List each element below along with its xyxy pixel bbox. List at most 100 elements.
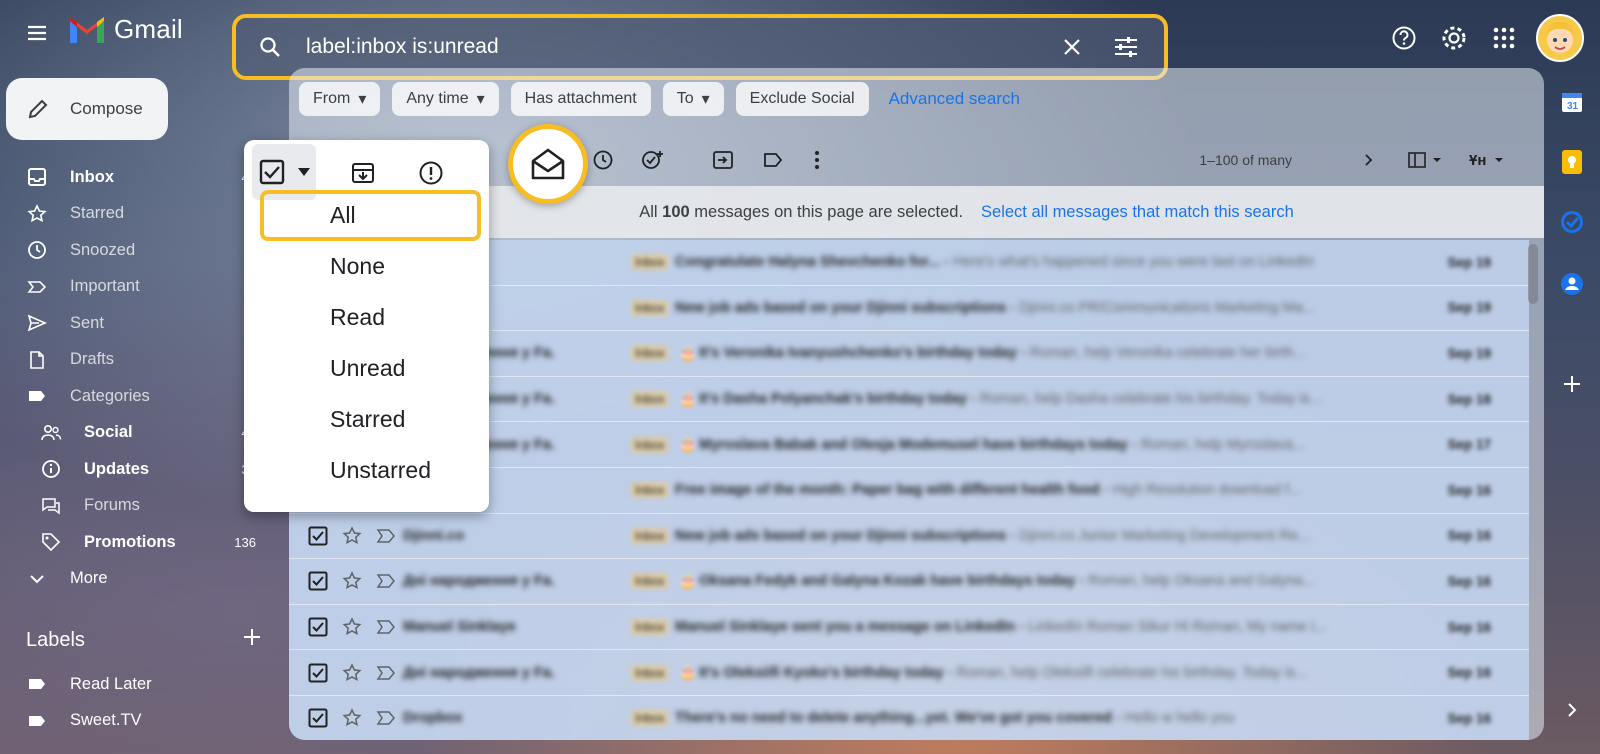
apps-grid-icon[interactable]: [1486, 20, 1522, 56]
prev-page-icon[interactable]: [1306, 144, 1338, 176]
inbox-tag: Inbox: [631, 482, 669, 499]
main-menu-button[interactable]: [20, 16, 54, 50]
select-option-read[interactable]: Read: [254, 292, 489, 343]
account-avatar[interactable]: [1536, 14, 1584, 62]
sidebar-item-forums[interactable]: Forums: [0, 488, 262, 525]
star-toggle-icon[interactable]: [341, 662, 363, 684]
help-icon[interactable]: [1386, 20, 1422, 56]
archive-icon[interactable]: [346, 156, 380, 190]
email-subject: New job ads based on your Djinni subscri…: [675, 527, 1007, 544]
add-label-icon[interactable]: [242, 627, 262, 653]
caret-down-icon: ▾: [476, 91, 485, 108]
gmail-logo[interactable]: Gmail: [68, 14, 183, 45]
star-toggle-icon[interactable]: [341, 707, 363, 729]
sidebar-item-updates[interactable]: Updates 33: [0, 451, 262, 488]
email-snippet: Roman, help Veronika celebrate her birth…: [1029, 345, 1306, 362]
email-snippet: Here's what's happened since you were la…: [952, 254, 1314, 271]
label-item-sweet-tv[interactable]: Sweet.TV: [0, 703, 262, 740]
checked-checkbox-icon: [308, 571, 328, 591]
select-option-unread[interactable]: Unread: [254, 343, 489, 394]
email-date: Sep 16: [1447, 573, 1491, 589]
side-panel: 31: [1544, 68, 1600, 754]
important-icon: [26, 276, 48, 298]
important-marker-icon[interactable]: [375, 525, 397, 547]
label-as-icon[interactable]: [757, 144, 789, 176]
get-addons-plus-icon[interactable]: [1556, 368, 1588, 400]
mark-as-read-button[interactable]: [508, 124, 588, 204]
email-subject: Congratulate Halyna Shevchenko for...: [675, 254, 941, 271]
inbox-tag: Inbox: [631, 345, 669, 362]
snooze-clock-icon[interactable]: [587, 144, 619, 176]
sidebar-item-social[interactable]: Social 49: [0, 415, 262, 452]
report-spam-icon[interactable]: [414, 156, 448, 190]
email-date: Sep 17: [1447, 437, 1491, 453]
email-sender: Djinni.co: [403, 527, 465, 544]
chip-has-attachment[interactable]: Has attachment: [510, 82, 651, 116]
clear-search-icon[interactable]: [1056, 31, 1088, 63]
chip-exclude-social[interactable]: Exclude Social: [735, 82, 869, 116]
row-checkbox[interactable]: [307, 570, 329, 592]
email-sender: Дні народження у Fa.: [403, 573, 555, 590]
star-toggle-icon[interactable]: [341, 570, 363, 592]
sidebar-item-drafts[interactable]: Drafts: [0, 342, 262, 379]
tasks-icon[interactable]: [1556, 206, 1588, 238]
split-pane-toggle-icon[interactable]: [1404, 144, 1448, 176]
sidebar-item-important[interactable]: Important: [0, 269, 262, 306]
sidebar-item-label: Sent: [70, 313, 104, 332]
sidebar-item-categories[interactable]: Categories: [0, 378, 262, 415]
email-subject-line: Congratulate Halyna Shevchenko for... - …: [675, 254, 1314, 271]
next-page-icon[interactable]: [1352, 144, 1384, 176]
email-row[interactable]: Djinni.co Inbox New job ads based on you…: [289, 513, 1529, 560]
keep-notes-icon[interactable]: [1556, 146, 1588, 178]
input-tools-icon[interactable]: Ұн: [1464, 144, 1508, 176]
sidebar-item-snoozed[interactable]: Snoozed: [0, 232, 262, 269]
row-checkbox[interactable]: [307, 707, 329, 729]
sidebar-item-more[interactable]: More: [0, 561, 262, 598]
select-option-all[interactable]: All: [260, 190, 481, 241]
settings-gear-icon[interactable]: [1436, 20, 1472, 56]
add-task-icon[interactable]: [637, 144, 669, 176]
chip-to[interactable]: To ▾: [662, 82, 724, 116]
sidebar-item-sent[interactable]: Sent: [0, 305, 262, 342]
list-scrollbar[interactable]: [1528, 244, 1538, 304]
sidebar-item-label: Drafts: [70, 350, 115, 369]
sidebar-item-label: More: [70, 569, 108, 588]
search-options-icon[interactable]: [1110, 31, 1142, 63]
compose-button[interactable]: Compose: [6, 78, 168, 140]
select-option-none[interactable]: None: [254, 241, 489, 292]
email-row[interactable]: Manuel Sinklaye Inbox Manuel Sinklaye se…: [289, 604, 1529, 651]
important-marker-icon[interactable]: [375, 570, 397, 592]
select-all-matching-link[interactable]: Select all messages that match this sear…: [981, 203, 1294, 222]
sidebar-item-starred[interactable]: Starred: [0, 196, 262, 233]
email-row[interactable]: Дні народження у Fa. Inbox Oksana Fedyk …: [289, 559, 1529, 605]
expand-side-panel-icon[interactable]: [1556, 694, 1588, 726]
star-toggle-icon[interactable]: [341, 525, 363, 547]
more-options-icon[interactable]: [801, 144, 833, 176]
select-option-starred[interactable]: Starred: [254, 394, 489, 445]
label-item-read-later[interactable]: Read Later: [0, 666, 262, 703]
row-checkbox[interactable]: [307, 525, 329, 547]
move-to-icon[interactable]: [707, 144, 739, 176]
row-checkbox[interactable]: [307, 662, 329, 684]
star-toggle-icon[interactable]: [341, 616, 363, 638]
important-marker-icon[interactable]: [375, 707, 397, 729]
advanced-search-link[interactable]: Advanced search: [881, 82, 1020, 116]
calendar-icon[interactable]: 31: [1556, 86, 1588, 118]
email-row[interactable]: Dropbox Inbox There's no need to delete …: [289, 695, 1529, 740]
email-row[interactable]: Дні народження у Fa. Inbox It's Oleksiif…: [289, 650, 1529, 696]
sidebar-item-inbox[interactable]: Inbox 43: [0, 159, 262, 196]
contacts-icon[interactable]: [1556, 268, 1588, 300]
email-snippet: Roman, help Dasha celebrate his birthday…: [979, 391, 1322, 408]
email-snippet: LinkedIn Roman Sikur Hi Roman, My name i…: [1027, 619, 1327, 636]
sidebar-item-promotions[interactable]: Promotions 136: [0, 524, 262, 561]
select-option-unstarred[interactable]: Unstarred: [254, 445, 489, 496]
chip-label: From: [313, 90, 351, 107]
important-marker-icon[interactable]: [375, 662, 397, 684]
chip-from[interactable]: From ▾: [299, 82, 381, 116]
row-checkbox[interactable]: [307, 616, 329, 638]
checked-checkbox-icon: [308, 663, 328, 683]
search-icon[interactable]: [254, 31, 286, 63]
chip-any-time[interactable]: Any time ▾: [392, 82, 499, 116]
important-marker-icon[interactable]: [375, 616, 397, 638]
search-input[interactable]: label:inbox is:unread: [306, 35, 1056, 59]
